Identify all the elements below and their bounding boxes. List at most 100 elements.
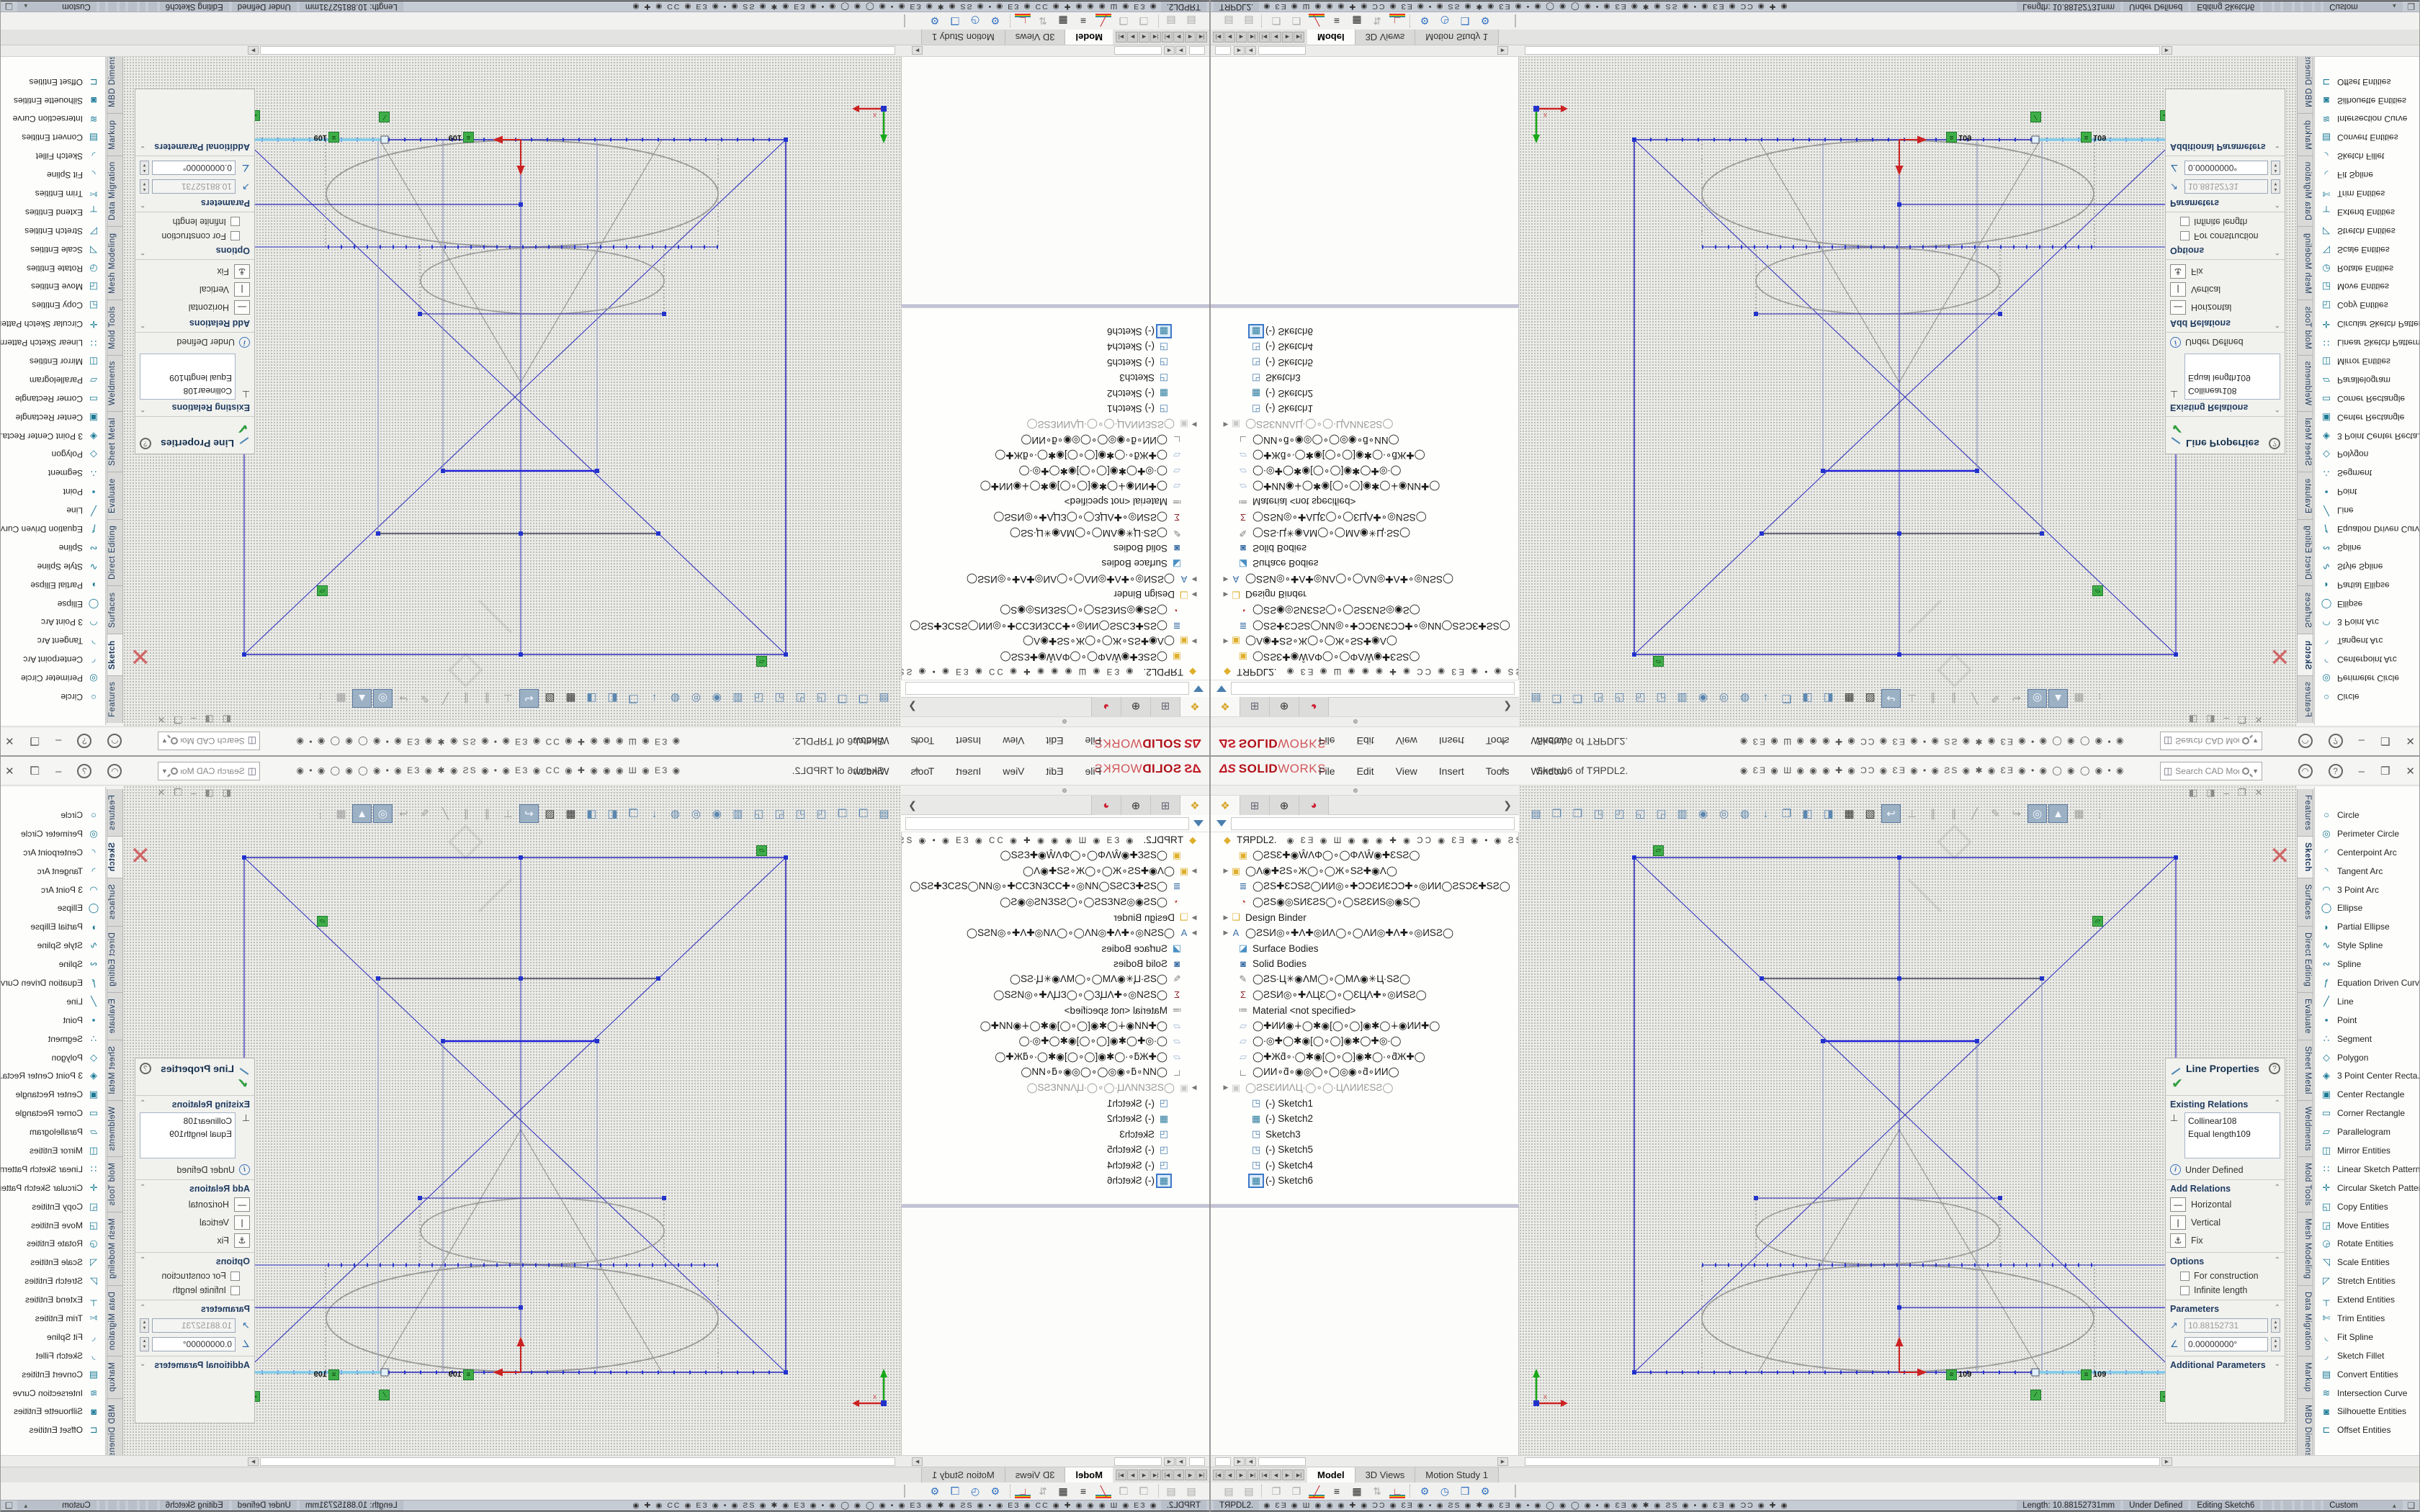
angle-field[interactable]: 0.00000000° <box>2184 1337 2268 1351</box>
tree-item[interactable]: ≔ Material <not specified> <box>902 1003 1209 1019</box>
scroll-left-button[interactable]: ◀ <box>1164 1457 1175 1466</box>
featuremanager-tab[interactable]: ◕ <box>1091 796 1121 815</box>
unit-system-selector[interactable]: Custom▲ <box>2323 1500 2403 1511</box>
account-icon[interactable]: ◠ <box>2298 764 2313 778</box>
commandmanager-tab[interactable]: Mesh Modeling <box>107 1212 123 1285</box>
tool-item[interactable]: ▱ Parallelogram <box>0 1122 105 1141</box>
tool-item[interactable]: ┬ Extend Entities <box>2315 203 2420 222</box>
pin-icon[interactable]: ✦ <box>912 764 921 777</box>
section-header[interactable]: Parameters <box>2170 1304 2219 1314</box>
motion-tab[interactable]: Motion Study 1 <box>921 1467 1005 1482</box>
tool-item[interactable]: ∷ Linear Sketch Pattern <box>2315 1160 2420 1179</box>
featuremanager-tab[interactable]: ⊞ <box>1150 796 1180 815</box>
search-dropdown-icon[interactable]: ▼ <box>2252 768 2259 775</box>
expand-arrow-icon[interactable]: ▶ <box>1222 914 1229 922</box>
section-header[interactable]: Parameters <box>2170 198 2219 208</box>
tool-item[interactable]: ◜ Centerpoint Arc <box>0 650 105 669</box>
relation-button-icon[interactable]: ⚓ <box>2170 264 2186 279</box>
equal-relation-badge[interactable]: ≡109 <box>449 1369 474 1380</box>
ok-check-icon[interactable]: ✔ <box>2166 417 2285 436</box>
menu-item[interactable]: File <box>1083 734 1103 748</box>
minimize-button[interactable]: – <box>55 765 61 778</box>
tree-item[interactable]: ▶ A ◯ƧSИ◎∘✚Ʌ✚◎ИɅ◯∘◯ɅИ◎✚Ʌ✚∘◎ИSƧ◯ <box>1211 572 1518 588</box>
tree-item[interactable]: ▶ ▣ ◯ƧSƐИИɅЦ∙◯∘◯∙ЦɅИИƐSƧ◯ <box>902 417 1209 433</box>
menu-item[interactable]: View <box>1394 764 1419 778</box>
tree-item[interactable]: ▱ ◯∙◎✚◯✱◉[◯∘◯]◉✱◯✚◎∙◯ <box>1211 463 1518 479</box>
section-header[interactable]: Additional Parameters <box>2170 142 2266 152</box>
expand-arrow-icon[interactable]: ▶ <box>1222 575 1229 583</box>
vcr-button[interactable]: ▶ <box>1282 32 1293 42</box>
motion-tab[interactable]: Motion Study 1 <box>921 30 1005 45</box>
tool-item[interactable]: ◲ Move Entities <box>2315 1216 2420 1235</box>
relation-button-icon[interactable]: — <box>2170 300 2186 315</box>
display-toolbar-icon[interactable]: ⇅ <box>1035 14 1051 28</box>
collapse-icon[interactable]: ⌃ <box>140 246 145 256</box>
pin-icon[interactable]: ✦ <box>912 735 921 748</box>
tool-item[interactable]: ◹ Scale Entities <box>2315 1253 2420 1272</box>
tree-item[interactable]: ▶ ▣ ◯ƧSƐИИɅЦ∙◯∘◯∙ЦɅИИƐSƧ◯ <box>902 1080 1209 1096</box>
tree-item[interactable]: ▶ ▣ ◯Ʌ◉✚ƧS∘Ж◯∘◯Ж∘SƧ✚◉Ʌ◯ <box>902 634 1209 649</box>
tool-item[interactable]: ◱ Copy Entities <box>2315 1197 2420 1216</box>
filter-input[interactable] <box>1231 817 1515 830</box>
pm-help-icon[interactable]: ? <box>2269 438 2280 449</box>
expand-arrow-icon[interactable]: ▶ <box>1191 575 1198 583</box>
display-toolbar-icon[interactable]: ❒ <box>1457 1484 1473 1498</box>
tree-item[interactable]: ▦ (-) Sketch2 <box>902 386 1209 402</box>
tool-item[interactable]: ∿ Style Spline <box>2315 936 2420 955</box>
display-toolbar-icon[interactable] <box>1261 1485 1264 1498</box>
display-toolbar-icon[interactable] <box>1008 14 1010 27</box>
tool-item[interactable]: ✄ Trim Entities <box>2315 184 2420 203</box>
display-toolbar-icon[interactable]: ▤ <box>1183 1484 1199 1498</box>
parallel-relation-badge[interactable]: ∕ <box>379 1389 390 1400</box>
tree-item[interactable]: ▶ ▣ ◯Ʌ◉✚ƧS∘Ж◯∘◯Ж∘SƧ✚◉Ʌ◯ <box>902 863 1209 879</box>
tool-item[interactable]: ╱ Line <box>0 501 105 520</box>
tree-item[interactable]: ◳ Sketch3 <box>902 370 1209 386</box>
add-relation-row[interactable]: | Vertical <box>2170 1215 2280 1230</box>
tree-item[interactable]: ◳ (-) Sketch4 <box>1211 339 1518 355</box>
expand-arrow-icon[interactable]: ▶ <box>1222 420 1229 428</box>
display-toolbar-icon[interactable]: ⚙ <box>1477 14 1493 28</box>
vcr-button[interactable]: ◀ <box>1139 1470 1150 1480</box>
tree-item[interactable]: ≔ Material <not specified> <box>1211 1003 1518 1019</box>
relation-entry[interactable]: Collinear108 <box>143 1115 232 1128</box>
relation-entry[interactable]: Equal length109 <box>2188 1128 2277 1140</box>
commandmanager-tab[interactable]: Evaluate <box>107 993 123 1040</box>
display-toolbar-icon[interactable]: ∟ <box>1015 1484 1031 1498</box>
length-spinner[interactable]: ▲▼ <box>140 1318 149 1333</box>
tree-item[interactable]: ◳ (-) Sketch1 <box>1211 401 1518 417</box>
panel-splitter[interactable] <box>901 716 1209 726</box>
tree-item[interactable]: ◳ (-) Sketch1 <box>902 401 1209 417</box>
display-toolbar-icon[interactable]: ❒ <box>947 14 963 28</box>
collapse-icon[interactable]: ⌃ <box>2275 1099 2280 1110</box>
checkbox[interactable] <box>230 217 240 227</box>
tree-item[interactable]: ◳ (-) Sketch5 <box>1211 355 1518 371</box>
expand-arrow-icon[interactable]: ▶ <box>1191 590 1198 598</box>
commandmanager-tab[interactable]: Sheet Metal <box>2297 1040 2313 1101</box>
relation-button-icon[interactable]: — <box>2170 1197 2186 1212</box>
collapse-icon[interactable]: ⌃ <box>2275 318 2280 328</box>
display-toolbar-icon[interactable]: ❐ <box>1136 14 1152 28</box>
display-toolbar-icon[interactable]: ≡ <box>1329 14 1345 28</box>
tool-item[interactable]: ◈ 3 Point Center Recta... <box>0 427 105 446</box>
account-icon[interactable]: ◠ <box>107 764 122 778</box>
section-header[interactable]: Existing Relations <box>2170 402 2248 413</box>
display-toolbar-icon[interactable]: ❒ <box>947 1484 963 1498</box>
vcr-button[interactable]: ◀ <box>1224 1470 1235 1480</box>
panel-expand-chevron[interactable]: ❯ <box>1503 701 1512 714</box>
search-icon[interactable] <box>2242 737 2249 744</box>
section-header[interactable]: Existing Relations <box>172 402 250 413</box>
tool-item[interactable]: ▪ Point <box>0 482 105 501</box>
equal-relation-badge[interactable]: ≡109 <box>2081 132 2106 143</box>
commandmanager-tab[interactable]: Direct Editing <box>2297 519 2313 585</box>
commandmanager-tab[interactable]: Features <box>107 789 123 837</box>
tool-item[interactable]: ◫ Mirror Entities <box>0 352 105 371</box>
pm-help-icon[interactable]: ? <box>140 438 151 449</box>
status-doc-icon[interactable]: ❏ <box>2407 1 2415 12</box>
tool-item[interactable]: ◯ Ellipse <box>2315 899 2420 917</box>
tool-item[interactable]: ∾ Spline <box>0 539 105 557</box>
scrollbar-track[interactable] <box>1114 46 1162 55</box>
tool-item[interactable]: ◟ Fit Spline <box>2315 166 2420 184</box>
commandmanager-tab[interactable]: Sketch <box>107 837 123 878</box>
tree-item[interactable]: ◔ ◯ƧS◉◎SИƐƧS◯∘◯SƧƐИS◎◉S◯ <box>1211 894 1518 910</box>
relation-badge[interactable]: ▱ <box>317 915 328 927</box>
